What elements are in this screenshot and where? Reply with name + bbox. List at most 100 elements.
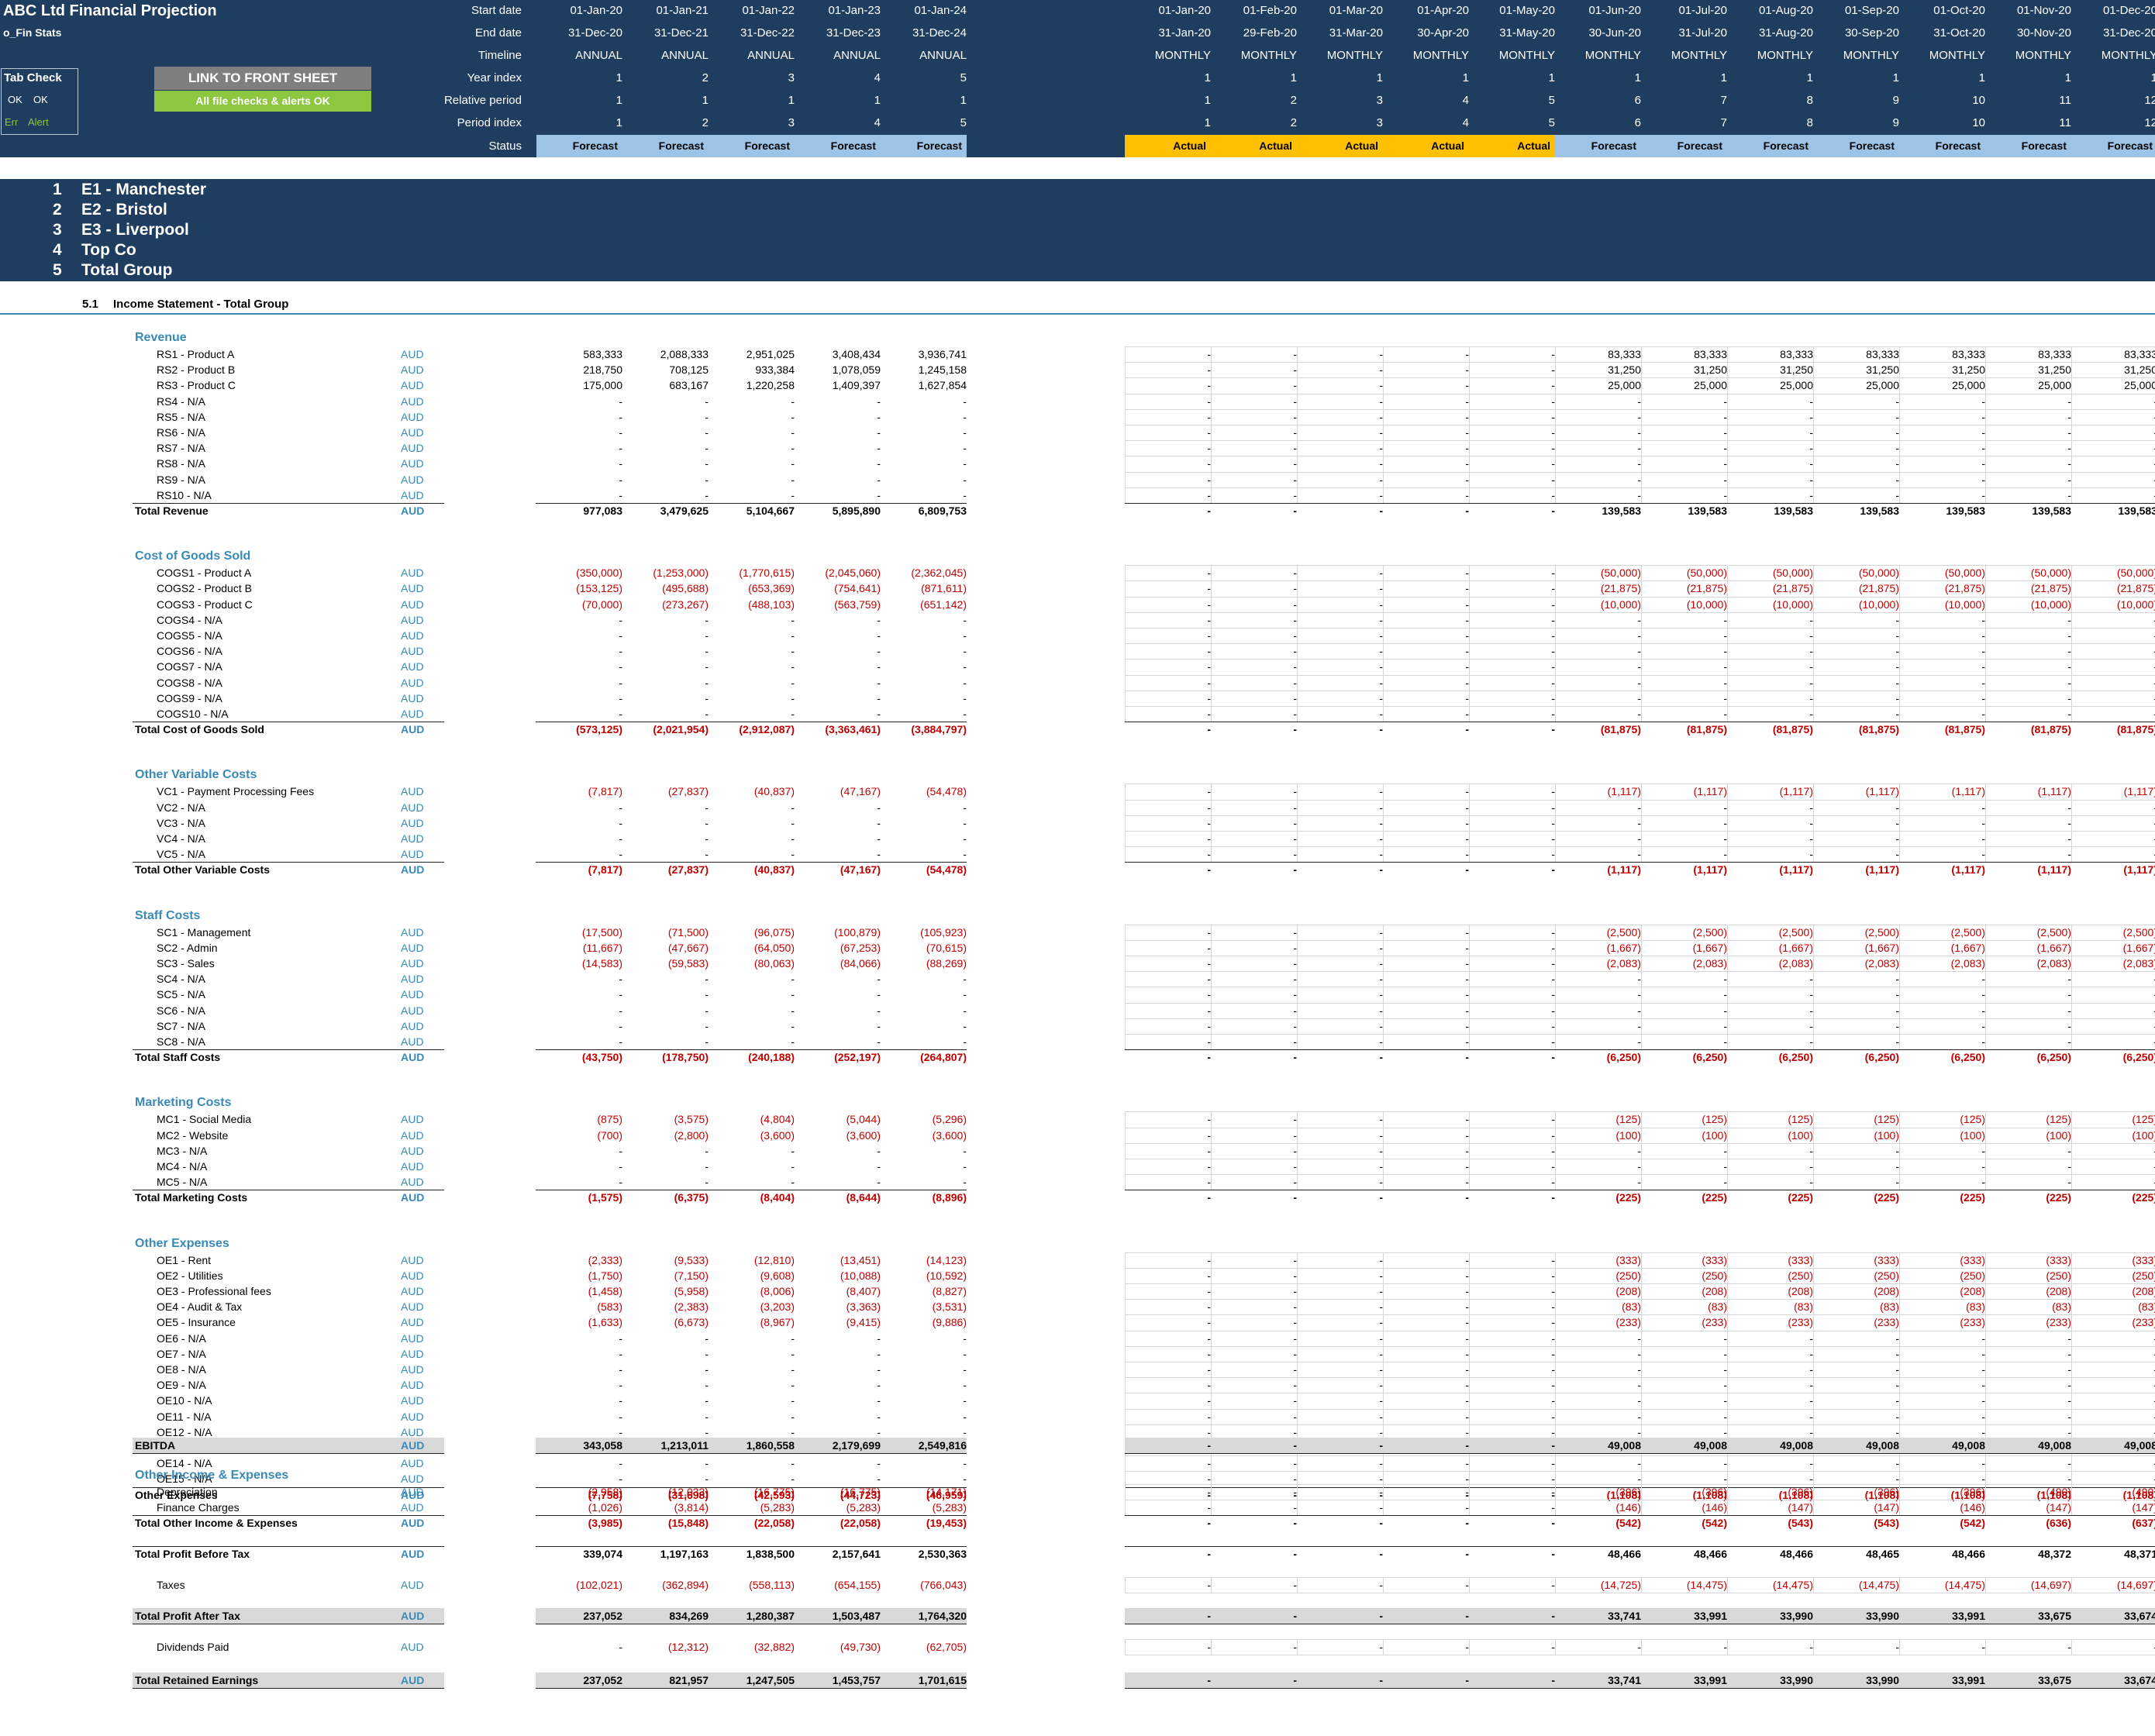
line-item-label: VC2 - N/A xyxy=(157,801,206,814)
annual-value: - xyxy=(705,645,709,658)
annual-value: - xyxy=(963,1331,967,1345)
monthly-value: - xyxy=(1551,801,1555,814)
entity-name[interactable]: E2 - Bristol xyxy=(81,201,167,219)
monthly-value: - xyxy=(2075,1362,2155,1377)
monthly-value: - xyxy=(1723,1410,1727,1423)
monthly-value: - xyxy=(1293,410,1297,423)
currency-unit: AUD xyxy=(401,645,424,658)
entity-number: 4 xyxy=(53,241,62,259)
annual-value: - xyxy=(791,1394,795,1407)
status-forecast-cell: Forecast xyxy=(536,135,622,157)
grid-line xyxy=(1469,1577,1470,1593)
monthly-value: - xyxy=(1895,394,1899,408)
header-timeline-value: ANNUAL xyxy=(661,49,709,62)
header-end-value: 30-Nov-20 xyxy=(2016,26,2071,40)
monthly-value: - xyxy=(1637,1035,1641,1048)
monthly-value: - xyxy=(1809,613,1813,626)
annual-value: - xyxy=(705,801,709,814)
monthly-value: - xyxy=(1809,1410,1813,1423)
header-label: Period index xyxy=(457,116,522,129)
grid-line xyxy=(1469,784,1470,863)
monthly-value: (2,500) xyxy=(1950,925,1985,939)
header-rel-value: 8 xyxy=(1806,94,1813,107)
entity-name[interactable]: Top Co xyxy=(81,241,136,260)
currency-unit: AUD xyxy=(401,1457,424,1470)
annual-value: (2,958) xyxy=(588,1486,622,1498)
currency-unit: AUD xyxy=(401,925,424,939)
annual-value: - xyxy=(705,613,709,626)
monthly-value: (2,083) xyxy=(1778,957,1813,970)
header-rel-value: 1 xyxy=(1204,94,1211,107)
monthly-value: - xyxy=(1379,1253,1383,1266)
monthly-value: - xyxy=(1207,1641,1211,1653)
annual-value: 1,764,320 xyxy=(918,1610,967,1622)
monthly-value: (100) xyxy=(2132,1128,2155,1142)
annual-value: - xyxy=(963,473,967,486)
grid-line xyxy=(1985,565,1986,722)
file-checks-status-button[interactable]: All file checks & alerts OK xyxy=(154,91,371,112)
monthly-value: - xyxy=(1465,676,1469,689)
monthly-value: - xyxy=(1551,941,1555,954)
annual-value: (88,269) xyxy=(926,957,967,970)
monthly-value: - xyxy=(1551,629,1555,642)
header-start-value: 01-Jun-20 xyxy=(1588,4,1641,17)
monthly-value: (208) xyxy=(1960,1285,1985,1297)
monthly-value: - xyxy=(2067,1035,2071,1048)
entity-name[interactable]: Total Group xyxy=(81,261,172,280)
entity-name[interactable]: E1 - Manchester xyxy=(81,181,206,199)
link-to-front-sheet-button[interactable]: LINK TO FRONT SHEET xyxy=(154,67,371,90)
annual-value: (40,837) xyxy=(753,785,795,798)
monthly-value: - xyxy=(1379,1160,1383,1173)
line-item-label: COGS9 - N/A xyxy=(157,691,222,704)
annual-value: - xyxy=(877,676,881,689)
annual-value: (59,583) xyxy=(667,957,709,970)
annual-value: - xyxy=(791,1457,795,1470)
annual-value: (3,884,797) xyxy=(911,723,967,736)
line-item-label: COGS7 - N/A xyxy=(157,660,222,673)
monthly-value: - xyxy=(1637,801,1641,814)
annual-value: 2,530,363 xyxy=(918,1548,967,1560)
monthly-value: - xyxy=(1723,1144,1727,1157)
monthly-value: - xyxy=(1293,1253,1297,1266)
monthly-value: - xyxy=(1379,1674,1383,1686)
monthly-value: - xyxy=(1207,1160,1211,1173)
monthly-value: 33,674 xyxy=(2124,1674,2155,1686)
monthly-value: 49,008 xyxy=(1694,1439,1727,1452)
monthly-value: (83) xyxy=(1966,1300,1985,1314)
grid-line xyxy=(1641,1639,1642,1655)
annual-value: - xyxy=(619,1019,622,1032)
annual-value: (583) xyxy=(597,1300,622,1314)
monthly-value: - xyxy=(1465,582,1469,595)
monthly-value: - xyxy=(1207,348,1211,360)
entity-name[interactable]: E3 - Liverpool xyxy=(81,221,189,239)
monthly-value: - xyxy=(1465,1674,1469,1686)
monthly-value: - xyxy=(1637,708,1641,720)
annual-value: - xyxy=(791,426,795,439)
monthly-value: - xyxy=(1895,1347,1899,1360)
monthly-value: 83,333 xyxy=(1866,348,1899,360)
monthly-value: - xyxy=(1551,1035,1555,1048)
annual-value: (7,150) xyxy=(674,1269,709,1282)
monthly-value: - xyxy=(1293,1191,1297,1204)
status-actual-cell: Actual xyxy=(1297,135,1383,157)
monthly-value: (50,000) xyxy=(2030,567,2071,580)
annual-value: 3,408,434 xyxy=(832,348,881,360)
entity-number: 2 xyxy=(53,201,62,219)
timeline-header: ABC Ltd Financial Projection o_Fin Stats… xyxy=(0,0,2155,157)
monthly-value: - xyxy=(1809,645,1813,658)
header-timeline-value: MONTHLY xyxy=(1843,49,1899,62)
monthly-value: - xyxy=(1895,1160,1899,1173)
monthly-value: - xyxy=(1293,1486,1297,1498)
monthly-value: - xyxy=(1551,1641,1555,1653)
monthly-value: 139,583 xyxy=(1774,505,1813,517)
monthly-value: - xyxy=(1981,613,1985,626)
grid-line xyxy=(1383,1484,1384,1516)
monthly-value: 31,250 xyxy=(2124,363,2155,377)
monthly-value: (233) xyxy=(1702,1316,1727,1329)
grid-line xyxy=(1125,1345,2155,1347)
monthly-value: - xyxy=(2075,1639,2155,1655)
monthly-value: - xyxy=(1551,1674,1555,1686)
monthly-value: - xyxy=(1981,1379,1985,1392)
monthly-value: - xyxy=(1981,816,1985,829)
monthly-value: - xyxy=(1207,1579,1211,1591)
